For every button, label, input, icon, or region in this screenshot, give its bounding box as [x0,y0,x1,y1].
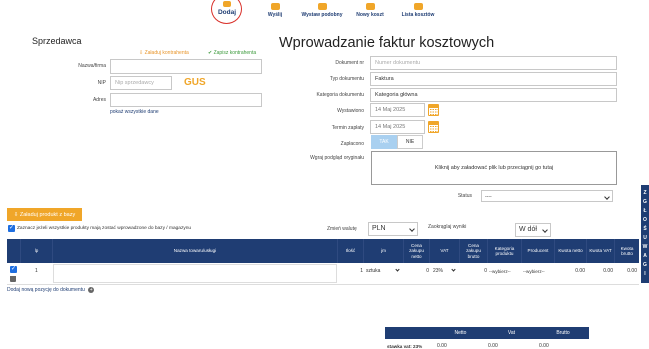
seller-title: Sprzedawca [32,36,82,46]
show-all-data-link[interactable]: pokaż wszystkie dane [110,109,159,115]
issued-date-field[interactable]: 14 Maj 2025 [370,103,425,117]
gross-amount: 0.00 [627,268,637,274]
row-lp: 1 [35,268,38,274]
save-contractor-link[interactable]: ✔ Zapisz kontrahenta [208,50,256,56]
plus-icon [223,1,231,7]
new-cost-button[interactable]: Nowy koszt [352,3,388,18]
gross-price-field[interactable]: 0 [461,266,487,276]
column-header-category: Kategoria produktu [488,239,522,263]
send-icon [270,3,280,10]
gus-button[interactable]: GUS [184,77,206,88]
send-button[interactable]: Wyślij [264,3,286,18]
folder-icon [365,3,375,10]
currency-select[interactable]: PLN [368,222,418,236]
column-header-vat-amount: Kwota VAT [587,239,615,263]
due-date-field[interactable]: 14 Maj 2025 [370,120,425,134]
name-field[interactable] [110,59,262,74]
summary-header-blank [385,327,435,339]
summary-row-label: stawka vat: 23% [387,343,423,349]
summary-header-vat: Vat [486,327,537,339]
nip-field[interactable]: Nip sprzedawcy [110,76,172,90]
status-select[interactable]: ---- [481,190,613,202]
summary-header-gross: Brutto [537,327,589,339]
upload-dropzone[interactable]: Kliknij aby załadować plik lub przeciągn… [371,151,617,185]
rounding-select[interactable]: W dół [515,223,551,237]
calendar-icon[interactable] [428,121,439,133]
column-header-checkbox [7,239,21,263]
summary-row-vat: 0.00 [488,343,498,349]
address-label: Adres [92,97,106,103]
column-header-net-price: Cena zakupu netto [404,239,430,263]
summary-row-net: 0.00 [437,343,447,349]
page-title: Wprowadzanie faktur kosztowych [279,35,495,51]
paid-label: Zapłacono [340,141,364,147]
issued-label: Wystawiono [337,108,364,114]
doc-type-field[interactable]: Faktura [370,72,617,86]
due-label: Termin zapłaty [331,125,364,131]
add-button[interactable]: Dodaj [212,1,242,16]
add-position-link[interactable]: Dodaj nową pozycję do dokumentu + [7,287,95,293]
summary-header-net: Netto [435,327,486,339]
column-header-lp: lp [21,239,53,263]
list-icon [413,3,423,10]
category-field[interactable]: Kategoria główna [370,88,617,102]
net-amount: 0.00 [575,268,585,274]
summary-row-gross: 0.00 [539,343,549,349]
paid-yes-toggle[interactable]: TAK [371,135,397,149]
row-checkbox[interactable]: ✓ [10,266,17,273]
report-feedback-tab[interactable]: ZGŁOŚ UWAGI [641,185,649,283]
column-header-producer: Producent [522,239,555,263]
all-products-checkbox[interactable]: ✓ [8,225,15,232]
nip-label: NIP [97,80,106,86]
tag-icon [317,3,327,10]
net-price-field[interactable]: 0 [405,266,429,276]
costs-list-button[interactable]: Lista kosztów [398,3,438,18]
column-header-qty: Ilość [338,239,364,263]
category-label: Kategoria dokumentu [316,92,364,98]
doc-type-label: Typ dokumentu [329,76,364,82]
status-label: Status [457,193,472,199]
issue-similar-button[interactable]: Wystaw podobny [298,3,346,18]
qty-field[interactable]: 1 [339,266,363,276]
address-field[interactable] [110,93,262,107]
upload-label: Wgraj podgląd oryginału [310,155,364,161]
column-header-gross-amount: Kwota brutto [620,245,634,257]
doc-no-label: Dokument nr [335,60,364,66]
producer-select[interactable]: --wybierz-- [523,266,555,276]
column-header-unit: jm [364,239,404,263]
vat-select[interactable]: 23% [433,266,459,276]
category-select[interactable]: --wybierz-- [489,266,522,276]
vat-amount: 0.00 [603,268,613,274]
column-header-gross-price: Cena zakupu brutto [460,239,488,263]
load-contractor-link[interactable]: ⇩ Załaduj kontrahenta [139,50,189,56]
delete-icon[interactable] [10,276,16,282]
column-header-name: Nazwa towaru/usługi [53,239,338,263]
currency-label: Zmień walutę [327,226,357,232]
name-label: Nazwa/firma [78,63,106,69]
load-product-button[interactable]: ⇩ Załaduj produkt z bazy [7,208,82,221]
column-header-net-amount: Kwota netto [555,239,587,263]
doc-no-field[interactable]: Numer dokumentu [370,56,617,70]
plus-circle-icon: + [88,287,95,293]
calendar-icon[interactable] [428,104,439,116]
product-name-field[interactable] [53,264,337,283]
all-products-checkbox-label: Zaznacz jeżeli wszystkie produkty mają z… [17,226,192,231]
paid-no-toggle[interactable]: NIE [397,135,423,149]
rounding-label: Zaokrąglaj wyniki [428,224,467,230]
column-header-vat: VAT [430,239,460,263]
